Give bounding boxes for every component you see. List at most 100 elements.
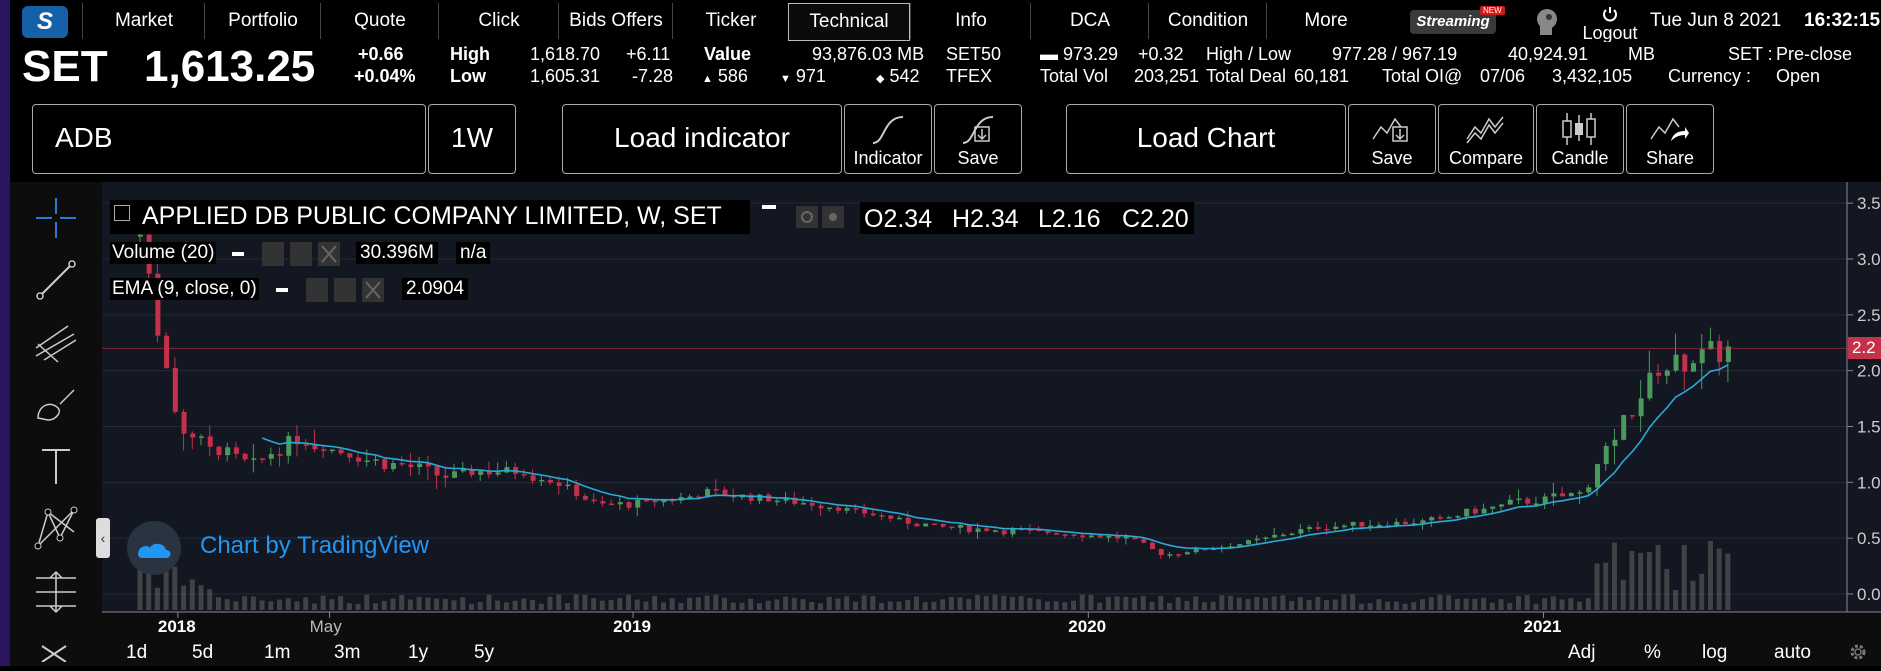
nav-info[interactable]: Info (910, 3, 1031, 39)
adj-toggle[interactable]: Adj (1568, 642, 1595, 664)
timeframe-5y[interactable]: 5y (474, 642, 494, 664)
candle-body (1150, 542, 1156, 550)
nav-condition[interactable]: Condition (1148, 3, 1267, 39)
chart-save-button[interactable]: Save (1348, 104, 1436, 174)
volume-bar (1071, 600, 1077, 610)
crosshair-icon[interactable] (30, 192, 82, 244)
timeframe-1m[interactable]: 1m (264, 642, 290, 664)
volume-bar (373, 603, 379, 610)
volume-bar (599, 600, 605, 610)
indicator-save-button[interactable]: Save (934, 104, 1022, 174)
chart-title: APPLIED DB PUBLIC COMPANY LIMITED, W, SE… (142, 202, 722, 230)
load-chart-select[interactable]: Load Chart (1066, 104, 1346, 174)
tradingview-logo-icon (127, 521, 181, 575)
timeframe-3m[interactable]: 3m (334, 642, 360, 664)
text-tool-icon[interactable] (30, 440, 82, 492)
collapse-legend-icon[interactable] (114, 205, 130, 221)
nav-technical[interactable]: Technical (788, 3, 910, 41)
down-arrow-icon: ▼ (780, 73, 791, 85)
nav-more[interactable]: More (1266, 3, 1385, 39)
volume-bar (905, 600, 911, 610)
volume-bar (503, 602, 509, 610)
new-badge: NEW (1480, 6, 1505, 15)
nav-dca[interactable]: DCA (1030, 3, 1149, 39)
candle-body (1621, 415, 1627, 440)
fib-tool-icon[interactable] (30, 316, 82, 368)
candle-icon (1562, 113, 1596, 145)
candle-body (1472, 508, 1478, 514)
logout-button[interactable]: Logout (1580, 6, 1640, 42)
volume-bar (460, 597, 466, 610)
compare-button[interactable]: Compare (1438, 104, 1534, 174)
nav-market[interactable]: Market (82, 3, 205, 39)
share-button[interactable]: Share (1626, 104, 1714, 174)
volume-bar (1245, 598, 1251, 610)
candle-body (164, 335, 170, 368)
indicator-button[interactable]: Indicator (844, 104, 932, 174)
volume-bar (617, 597, 623, 610)
nav-ticker[interactable]: Ticker (672, 3, 789, 39)
candle-body (923, 523, 929, 527)
candle-button[interactable]: Candle (1536, 104, 1624, 174)
ohlc-low: L2.16 (1038, 205, 1101, 233)
pattern-tool-icon[interactable] (30, 502, 82, 554)
y-tick-label: 1.0 (1857, 473, 1881, 492)
volume-bar (835, 598, 841, 610)
volume-bar (530, 600, 536, 610)
candle-label: Candle (1551, 148, 1609, 168)
log-toggle[interactable]: log (1702, 642, 1727, 664)
candle-body (1690, 363, 1696, 372)
candle-body (1376, 525, 1382, 527)
set50-label: SET50 (946, 44, 1002, 64)
nav-portfolio[interactable]: Portfolio (204, 3, 321, 39)
close-tools-icon[interactable] (38, 642, 70, 662)
collapse-tools-handle[interactable]: ‹ (96, 518, 110, 558)
ema-legend: EMA (9, close, 0) (110, 278, 259, 300)
volume-bar (364, 594, 370, 610)
volume-bar (1463, 598, 1469, 610)
volume-bar (1655, 545, 1661, 610)
trendline-icon[interactable] (30, 254, 82, 306)
high-change: +6.11 (626, 44, 671, 64)
volume-bar (1402, 603, 1408, 610)
candle-body (940, 524, 946, 527)
volume-bar (1262, 597, 1268, 610)
candle-body (260, 458, 266, 460)
auto-toggle[interactable]: auto (1774, 642, 1811, 664)
share-label: Share (1645, 148, 1695, 168)
user-head-icon[interactable] (1532, 6, 1562, 36)
volume-bar (512, 600, 518, 610)
candle-body (774, 500, 780, 503)
volume-bar (739, 602, 745, 610)
percent-toggle[interactable]: % (1644, 642, 1661, 664)
volume-bar (1559, 599, 1565, 610)
candle-body (1499, 504, 1505, 507)
brush-icon[interactable] (30, 378, 82, 430)
interval-select[interactable]: 1W (428, 104, 516, 174)
measure-tool-icon[interactable] (30, 564, 82, 616)
nav-bids-offers[interactable]: Bids Offers (558, 3, 673, 39)
candle-body (966, 525, 972, 532)
index-name: SET (22, 42, 108, 91)
candle-body (251, 458, 257, 460)
timeframe-5d[interactable]: 5d (192, 642, 213, 664)
timeframe-1y[interactable]: 1y (408, 642, 428, 664)
volume-bar (224, 599, 230, 610)
candle-body (216, 446, 222, 456)
volume-bar (1315, 596, 1321, 610)
nav-click[interactable]: Click (438, 3, 559, 39)
settings-gear-icon[interactable] (1848, 642, 1868, 662)
symbol-input[interactable]: ADB (32, 104, 426, 174)
up-count-group: ▲ 586 (702, 66, 748, 87)
load-indicator-select[interactable]: Load indicator (562, 104, 842, 174)
timeframe-1d[interactable]: 1d (126, 642, 147, 664)
nav-quote[interactable]: Quote (320, 3, 439, 39)
candle-body (181, 411, 187, 434)
tradingview-watermark[interactable]: Chart by TradingView (200, 532, 429, 560)
volume-bar (1001, 595, 1007, 610)
app-logo[interactable]: S (22, 6, 68, 38)
volume-bar (1550, 596, 1556, 610)
set50-value: 973.29 (1063, 44, 1119, 64)
candle-body (1307, 527, 1313, 530)
volume-bar (634, 599, 640, 610)
